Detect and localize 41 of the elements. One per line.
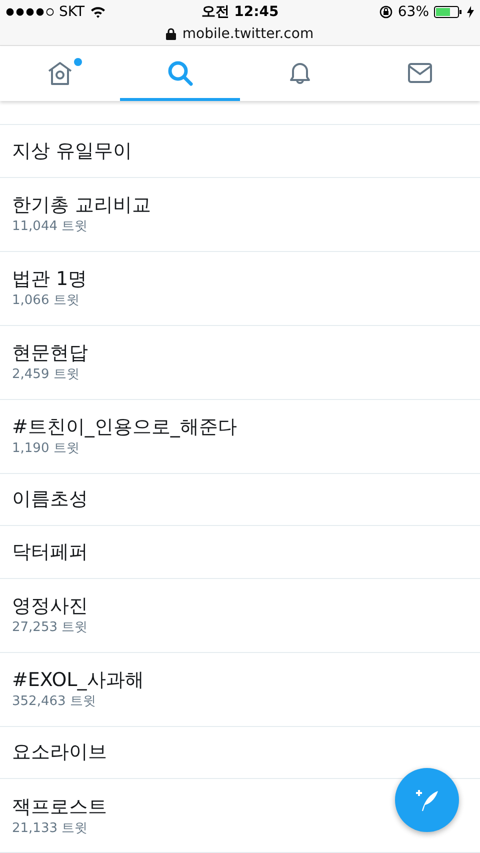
tweet-count: 1,066 트윗: [12, 292, 80, 310]
trend-name: 요소라이브: [12, 740, 107, 766]
compose-tweet-button[interactable]: [395, 768, 459, 832]
tweet-count: 1,190 트윗: [12, 440, 80, 458]
carrier-name: SKT: [59, 4, 85, 20]
trend-name: 법관 1명: [12, 267, 88, 292]
trend-name: 이름초성: [12, 487, 88, 512]
trend-name: #트친이_인용으로_해준다: [12, 415, 237, 440]
lock-icon: [166, 28, 176, 40]
trend-name: 한기총 교리비교: [12, 193, 152, 218]
charging-bolt-icon: [467, 6, 474, 18]
trend-item[interactable]: 지상 유일무이: [0, 125, 480, 178]
trend-name: 영정사진: [12, 594, 88, 619]
tweet-count: 21,133 트윗: [12, 820, 88, 838]
trend-item[interactable]: 법관 1명 1,066 트윗: [0, 252, 480, 326]
trend-name: 닥터페퍼: [12, 540, 88, 565]
tweet-count: 2,459 트윗: [12, 366, 80, 384]
clock-time: 오전 12:45: [201, 2, 279, 20]
signal-icon: [6, 8, 54, 16]
trend-item[interactable]: 이름초성: [0, 474, 480, 526]
rotation-lock-icon: [378, 4, 393, 18]
feather-plus-icon: [414, 787, 440, 813]
trend-item[interactable]: #EXOL_사과해 352,463 트윗: [0, 652, 480, 726]
trend-name: 현문현답: [12, 341, 88, 366]
battery-percent: 63%: [398, 4, 429, 20]
trend-name: #EXOL_사과해: [12, 668, 144, 693]
trend-item[interactable]: 영정사진 27,253 트윗: [0, 578, 480, 652]
tweet-count: 11,044 트윗: [12, 218, 88, 236]
search-icon: [166, 59, 194, 88]
trend-item[interactable]: 현문현답 2,459 트윗: [0, 326, 480, 400]
trend-item[interactable]: #트친이_인용으로_해준다 1,190 트윗: [0, 400, 480, 474]
wifi-icon: [90, 6, 106, 18]
trend-item[interactable]: 닥터페퍼: [0, 526, 480, 578]
trend-item[interactable]: 한기총 교리비교 11,044 트윗: [0, 178, 480, 252]
battery-icon: [434, 6, 462, 18]
trend-name: 잭프로스트: [12, 794, 107, 820]
tweet-count: 27,253 트윗: [12, 619, 88, 637]
notification-dot: [74, 58, 82, 66]
tweet-count: 352,463 트윗: [12, 693, 96, 711]
trend-name: 지상 유일무이: [12, 138, 132, 164]
page-url[interactable]: mobile.twitter.com: [182, 26, 314, 42]
